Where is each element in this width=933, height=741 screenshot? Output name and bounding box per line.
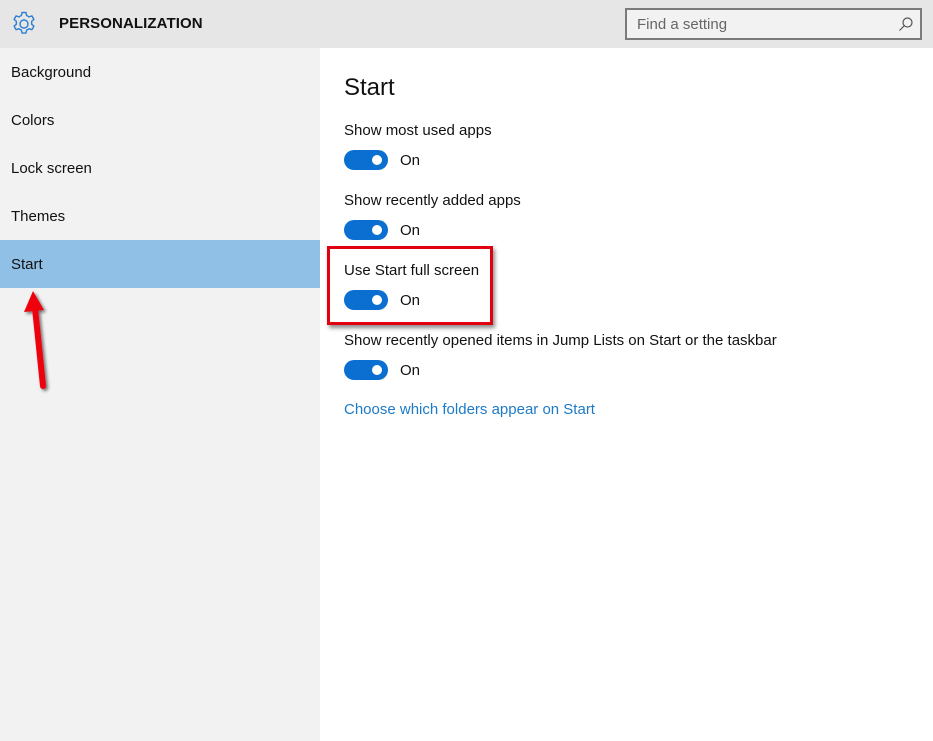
sidebar-item-start[interactable]: Start bbox=[0, 240, 320, 288]
toggle-state-label: On bbox=[400, 292, 421, 309]
toggle-show-jump-list-items[interactable] bbox=[344, 360, 388, 380]
page-title: Start bbox=[344, 74, 395, 101]
setting-label: Show most used apps bbox=[344, 122, 492, 139]
search-box[interactable] bbox=[625, 8, 922, 40]
toggle-knob bbox=[372, 225, 382, 235]
gear-icon bbox=[13, 11, 35, 34]
header-bar: PERSONALIZATION bbox=[0, 0, 933, 48]
sidebar-item-background[interactable]: Background bbox=[0, 48, 320, 96]
sidebar-item-themes[interactable]: Themes bbox=[0, 192, 320, 240]
sidebar-item-lock-screen[interactable]: Lock screen bbox=[0, 144, 320, 192]
sidebar-item-label: Themes bbox=[11, 208, 66, 225]
setting-label: Use Start full screen bbox=[344, 262, 480, 279]
setting-label: Show recently opened items in Jump Lists… bbox=[344, 332, 777, 349]
red-arrow-annotation bbox=[24, 291, 46, 389]
toggle-show-recently-added-apps[interactable] bbox=[344, 220, 388, 240]
toggle-state-label: On bbox=[400, 152, 421, 169]
toggle-knob bbox=[372, 295, 382, 305]
toggle-use-start-full-screen[interactable] bbox=[344, 290, 388, 310]
sidebar-item-colors[interactable]: Colors bbox=[0, 96, 320, 144]
sidebar-item-label: Start bbox=[11, 256, 43, 273]
search-icon[interactable] bbox=[898, 16, 914, 32]
toggle-show-most-used-apps[interactable] bbox=[344, 150, 388, 170]
choose-folders-link[interactable]: Choose which folders appear on Start bbox=[344, 401, 595, 418]
toggle-knob bbox=[372, 365, 382, 375]
setting-label: Show recently added apps bbox=[344, 192, 521, 209]
main-content: Start Show most used apps On Show recent… bbox=[320, 48, 933, 741]
sidebar-item-label: Colors bbox=[11, 112, 55, 129]
toggle-state-label: On bbox=[400, 362, 421, 379]
sidebar-item-label: Background bbox=[11, 64, 92, 81]
search-input[interactable] bbox=[627, 10, 897, 38]
toggle-knob bbox=[372, 155, 382, 165]
toggle-state-label: On bbox=[400, 222, 421, 239]
app-title: PERSONALIZATION bbox=[59, 15, 203, 32]
sidebar-item-label: Lock screen bbox=[11, 160, 92, 177]
